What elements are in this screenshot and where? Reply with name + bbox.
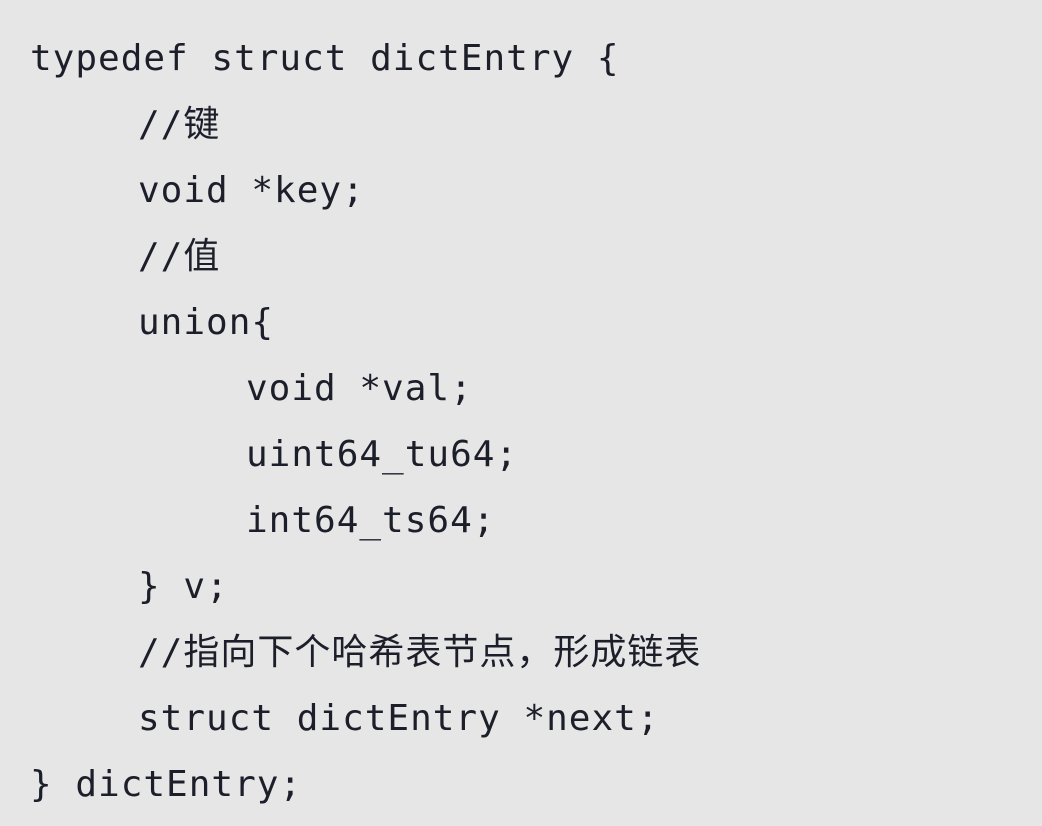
code-line-u64: uint64_tu64; [246,434,519,475]
code-line-typedef: typedef struct dictEntry { [30,38,620,79]
code-line-key: void *key; [138,170,365,211]
code-line-val: void *val; [246,368,473,409]
code-line-close: } dictEntry; [30,764,303,805]
code-line-s64: int64_ts64; [246,500,496,541]
code-line-union-open: union{ [138,302,275,343]
code-line-union-close: } v; [138,566,229,607]
code-line-comment-key: //键 [138,104,221,145]
code-line-next: struct dictEntry *next; [138,698,660,739]
code-line-comment-value: //值 [138,236,221,277]
code-block: typedef struct dictEntry { //键 void *key… [0,0,1042,826]
code-line-comment-next: //指向下个哈希表节点，形成链表 [138,632,702,673]
